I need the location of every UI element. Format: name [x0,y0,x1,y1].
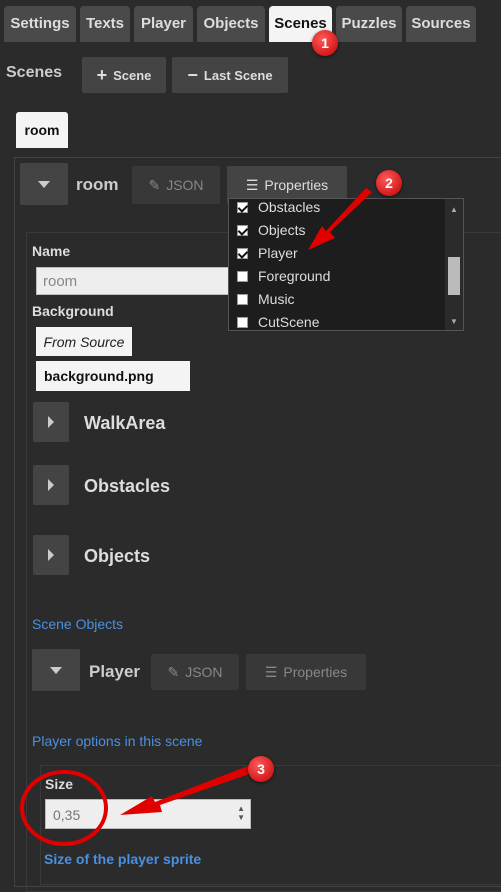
annotation-arrow-icon [308,188,372,250]
annotation-badge-2: 2 [376,170,402,196]
annotation-badge-1: 1 [312,30,338,56]
annotation-overlay [20,188,372,846]
annotation-circle-icon [20,770,108,846]
annotation-arrow-icon [120,766,252,815]
annotation-badge-3: 3 [248,756,274,782]
